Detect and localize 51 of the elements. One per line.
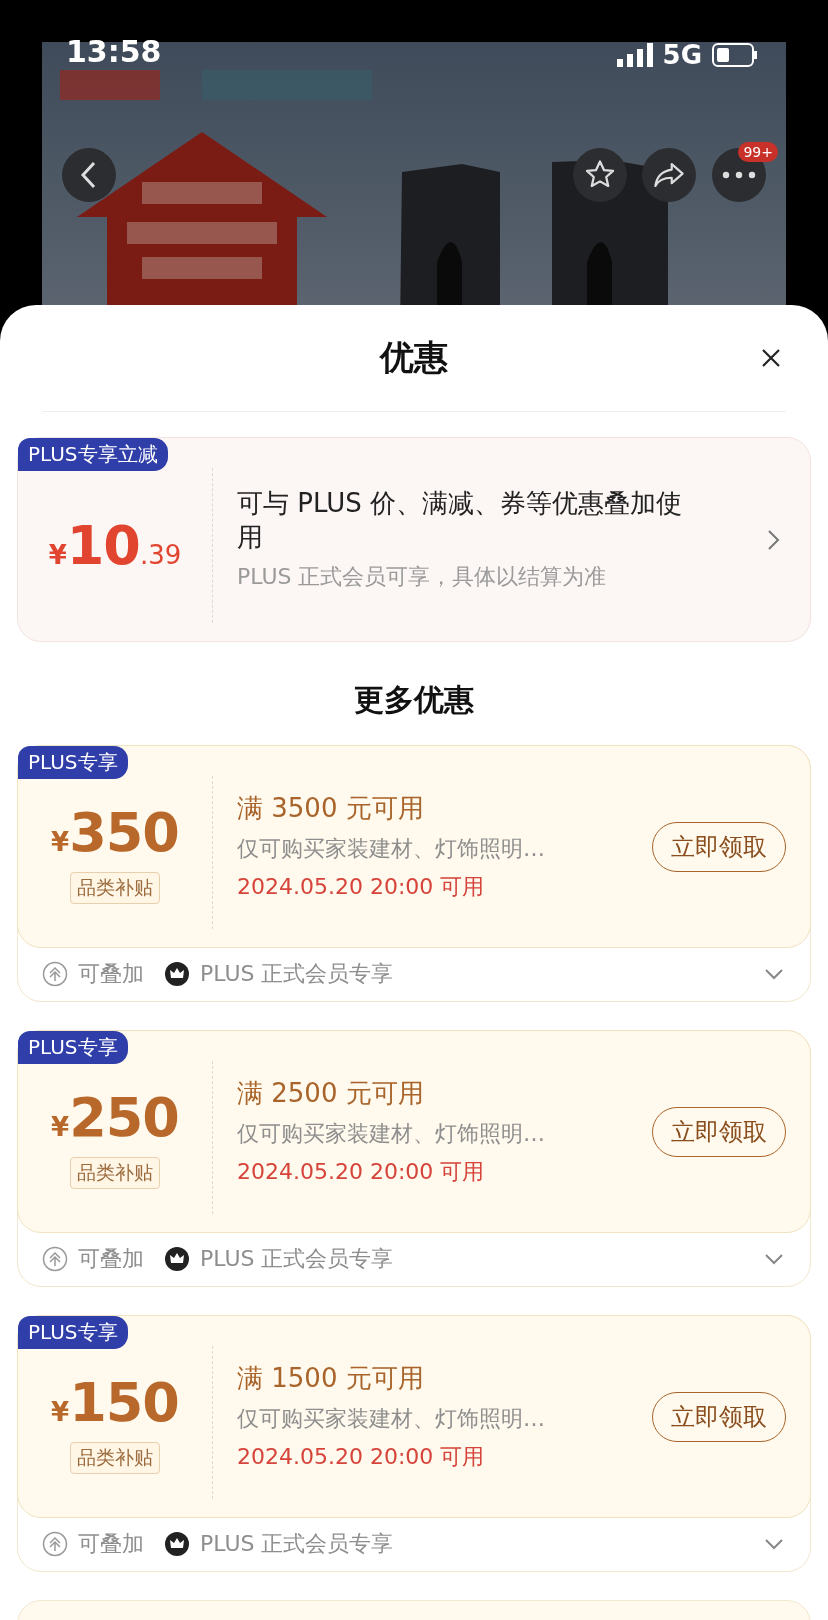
coupon-time: 2024.05.20 20:00 可用 <box>237 873 486 901</box>
coupon-condition: 满 3500 元可用 <box>237 792 425 825</box>
expand-button[interactable] <box>762 1536 786 1552</box>
claim-button[interactable]: 立即领取 <box>652 1391 786 1442</box>
coupon-amount: ¥350 <box>51 801 179 864</box>
stack-icon <box>42 1531 68 1557</box>
coupon-condition: 满 2500 元可用 <box>237 1077 425 1110</box>
discount-amount: ¥10.39 <box>48 514 182 577</box>
stack-icon <box>42 1246 68 1272</box>
section-title: 更多优惠 <box>353 681 475 719</box>
sheet-title: 优惠 <box>380 336 448 379</box>
stack-icon <box>42 961 68 987</box>
membership-label: PLUS 正式会员专享 <box>200 1530 394 1558</box>
category-tag: 品类补贴 <box>70 872 160 904</box>
expand-button[interactable] <box>762 1251 786 1267</box>
more-icon <box>722 171 756 179</box>
crown-icon <box>164 1531 190 1557</box>
plus-badge: PLUS专享 <box>18 746 128 779</box>
coupon-amount: ¥250 <box>51 1086 179 1149</box>
coupon-time: 2024.05.20 20:00 可用 <box>237 1158 486 1186</box>
expand-button[interactable] <box>762 966 786 982</box>
claim-button[interactable]: 立即领取 <box>652 1106 786 1157</box>
coupon-scope: 仅可购买家装建材、灯饰照明… <box>237 1405 546 1433</box>
discount-note: PLUS 正式会员可享，具体以结算为准 <box>237 563 608 592</box>
plus-badge: PLUS专享 <box>18 1031 128 1064</box>
claim-button[interactable]: 立即领取 <box>652 821 786 872</box>
plus-badge: PLUS专享 <box>18 1316 128 1349</box>
plus-badge: PLUS专享立减 <box>18 438 168 471</box>
membership-label: PLUS 正式会员专享 <box>200 960 394 988</box>
coupon-amount: ¥150 <box>51 1371 179 1434</box>
crown-icon <box>164 1246 190 1272</box>
coupon-condition: 满 1500 元可用 <box>237 1362 425 1395</box>
stackable-label: 可叠加 <box>78 960 144 988</box>
stackable-label: 可叠加 <box>78 1245 144 1273</box>
status-time: 13:58 <box>66 34 162 69</box>
crown-icon <box>164 961 190 987</box>
coupon-scope: 仅可购买家装建材、灯饰照明… <box>237 835 546 863</box>
coupon-time: 2024.05.20 20:00 可用 <box>237 1443 486 1471</box>
signal-icon <box>616 43 653 67</box>
share-icon <box>652 160 686 190</box>
chevron-right-icon <box>766 527 782 552</box>
stackable-label: 可叠加 <box>78 1530 144 1558</box>
discount-title: 可与 PLUS 价、满减、券等优惠叠加使用 <box>237 486 682 554</box>
membership-label: PLUS 正式会员专享 <box>200 1245 394 1273</box>
notification-badge: 99+ <box>738 142 778 162</box>
category-tag: 品类补贴 <box>70 1442 160 1474</box>
battery-icon <box>712 43 758 67</box>
category-tag: 品类补贴 <box>70 1157 160 1189</box>
coupon-scope: 仅可购买家装建材、灯饰照明… <box>237 1120 546 1148</box>
discount-card[interactable]: PLUS专享立减 ¥10.39 可与 PLUS 价、满减、券等优惠叠加使用 PLUS 正式会员可享，具体以结算为准 <box>17 437 811 642</box>
network-label: 5G <box>662 40 702 70</box>
